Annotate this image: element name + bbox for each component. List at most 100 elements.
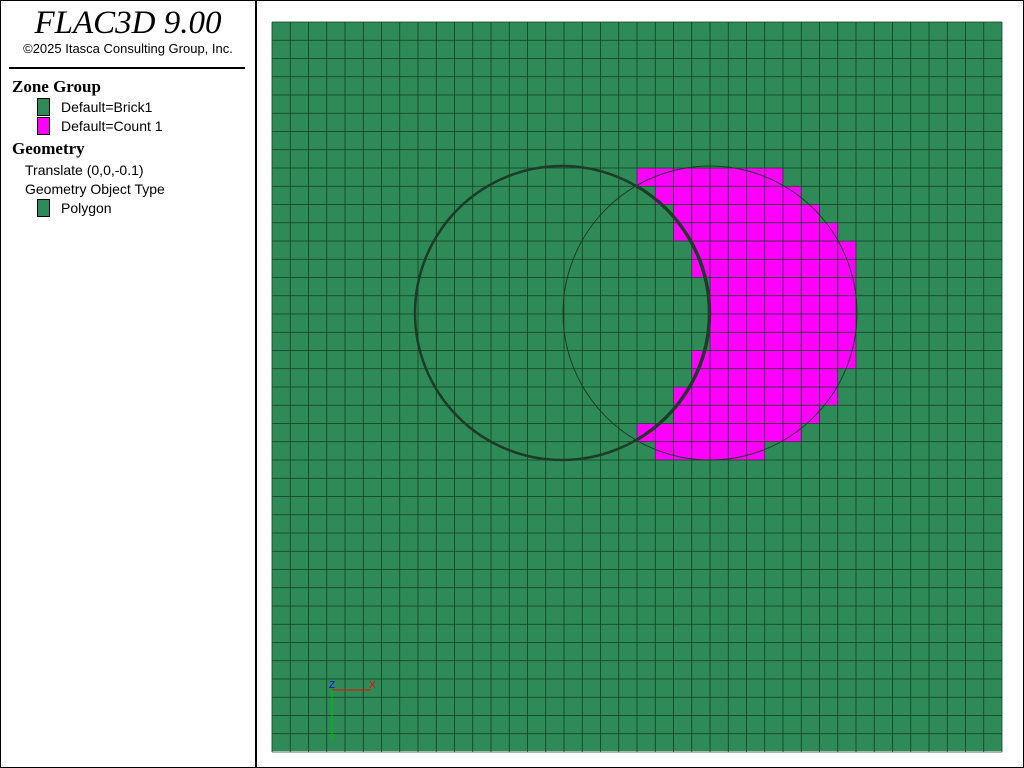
count1-zone <box>764 277 784 297</box>
count1-zone <box>837 295 857 315</box>
count1-zone <box>819 368 839 388</box>
model-viewport[interactable]: Z X Y <box>257 1 1022 766</box>
count1-zone <box>746 259 766 278</box>
count1-zone <box>819 241 839 260</box>
count1-zone <box>801 277 820 297</box>
copyright-text: ©2025 Itasca Consulting Group, Inc. <box>23 41 233 56</box>
count1-zone <box>691 441 711 461</box>
count1-zone <box>764 332 784 351</box>
count1-zone <box>673 186 693 205</box>
brick1-swatch <box>37 98 50 116</box>
count1-zone <box>801 222 820 242</box>
count1-zone <box>764 350 784 370</box>
count1-zone <box>837 241 857 260</box>
count1-zone <box>783 259 802 278</box>
count1-zone <box>764 387 784 406</box>
count1-zone <box>819 314 839 333</box>
count1-zone <box>728 350 747 370</box>
count1-zone <box>746 241 766 260</box>
x-axis-label: X <box>369 680 376 691</box>
count1-zone <box>783 222 802 242</box>
count1-zone <box>764 186 784 205</box>
count1-zone <box>801 314 820 333</box>
count1-zone <box>728 314 747 333</box>
count1-zone <box>801 387 820 406</box>
zone-group-title: Zone Group <box>12 77 101 96</box>
count1-zone <box>783 277 802 297</box>
count1-label: Default=Count 1 <box>61 118 163 134</box>
count1-zone <box>746 277 766 297</box>
count1-zone <box>728 387 747 406</box>
count1-zone <box>710 368 729 388</box>
count1-zone <box>710 387 729 406</box>
count1-zone <box>728 332 747 351</box>
geometry-title: Geometry <box>12 139 85 158</box>
count1-zone <box>764 368 784 388</box>
count1-zone <box>801 368 820 388</box>
count1-zone <box>710 259 729 278</box>
model-canvas[interactable]: Z X Y <box>257 1 1022 766</box>
count1-zone <box>837 314 857 333</box>
count1-zone <box>764 204 784 224</box>
count1-zone <box>710 204 729 224</box>
count1-zone <box>783 295 802 315</box>
count1-zone <box>691 204 711 224</box>
count1-zone <box>710 168 729 187</box>
count1-zone <box>746 387 766 406</box>
count1-zone <box>691 186 711 205</box>
count1-zone <box>710 405 729 424</box>
count1-zone <box>801 204 820 224</box>
count1-swatch <box>37 117 50 135</box>
count1-zone <box>819 222 839 242</box>
count1-zone <box>728 405 747 424</box>
count1-zone <box>783 241 802 260</box>
count1-zone <box>783 387 802 406</box>
count1-zone <box>691 222 711 242</box>
count1-zone <box>673 423 693 443</box>
count1-zone <box>710 241 729 260</box>
count1-zone <box>819 332 839 351</box>
count1-zone <box>837 332 857 351</box>
z-axis-label: Z <box>329 680 335 691</box>
count1-zone <box>764 259 784 278</box>
count1-zone <box>673 168 693 187</box>
count1-zone <box>710 222 729 242</box>
geometry-object-type-label: Geometry Object Type <box>25 181 165 197</box>
count1-zone <box>728 222 747 242</box>
geometry-translate: Translate (0,0,-0.1) <box>25 162 144 178</box>
count1-zone <box>710 186 729 205</box>
count1-zone <box>691 387 711 406</box>
count1-zone <box>801 332 820 351</box>
count1-zone <box>746 350 766 370</box>
count1-zone <box>764 222 784 242</box>
brick1-label: Default=Brick1 <box>61 99 153 115</box>
count1-zone <box>728 423 747 443</box>
count1-zone <box>764 405 784 424</box>
title-divider <box>9 67 245 69</box>
count1-zone <box>746 441 766 461</box>
count1-zone <box>819 277 839 297</box>
count1-zone <box>728 241 747 260</box>
count1-zone <box>801 295 820 315</box>
count1-zone <box>801 259 820 278</box>
count1-zone <box>819 259 839 278</box>
count1-zone <box>746 314 766 333</box>
legend-panel: FLAC3D 9.00 ©2025 Itasca Consulting Grou… <box>1 1 257 767</box>
count1-zone <box>710 314 729 333</box>
count1-zone <box>710 295 729 315</box>
count1-zone <box>746 368 766 388</box>
count1-zone <box>728 168 747 187</box>
y-axis-label: Y <box>329 733 336 744</box>
count1-zone <box>746 405 766 424</box>
count1-zone <box>801 241 820 260</box>
count1-zone <box>783 368 802 388</box>
count1-zone <box>710 332 729 351</box>
count1-zone <box>691 168 711 187</box>
count1-zone <box>783 314 802 333</box>
count1-zone <box>819 295 839 315</box>
count1-zone <box>764 241 784 260</box>
polygon-swatch <box>37 199 50 217</box>
count1-zone <box>746 423 766 443</box>
count1-zone <box>746 186 766 205</box>
count1-zone <box>764 314 784 333</box>
